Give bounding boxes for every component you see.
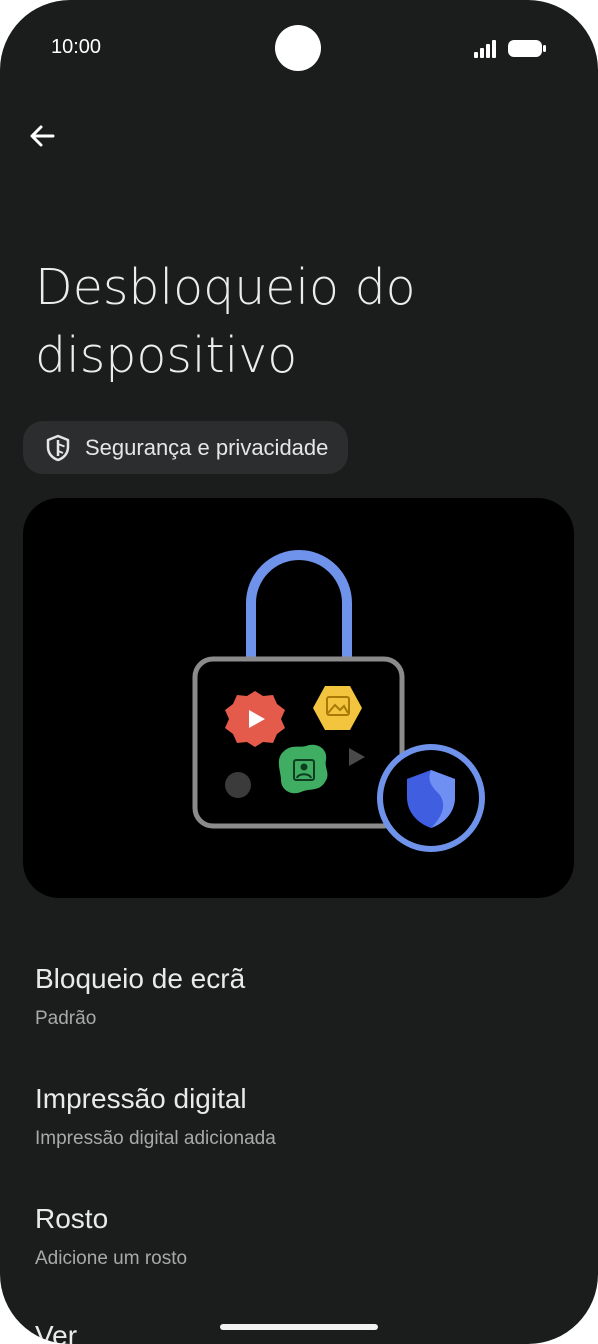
setting-title: Impressão digital	[35, 1083, 247, 1114]
setting-face[interactable]: Rosto Adicione um rosto	[35, 1201, 565, 1273]
setting-subtitle: Impressão digital adicionada	[35, 1128, 276, 1149]
battery-icon	[508, 40, 546, 57]
camera-cutout	[275, 25, 321, 71]
setting-title: Ver	[35, 1320, 78, 1344]
contacts-app-icon	[278, 744, 328, 794]
lock-body	[192, 656, 405, 829]
page-title: Desbloqueio do dispositivo	[35, 254, 555, 390]
status-icons	[474, 40, 546, 58]
breadcrumb-label: Segurança e privacidade	[85, 434, 329, 460]
setting-screen-lock[interactable]: Bloqueio de ecrã Padrão	[35, 961, 565, 1033]
shield-badge	[377, 744, 485, 852]
setting-subtitle: Padrão	[35, 1008, 97, 1029]
setting-subtitle: Adicione um rosto	[35, 1248, 188, 1269]
signal-icon	[474, 40, 496, 58]
lock-shackle	[246, 550, 352, 658]
setting-title: Bloqueio de ecrã	[35, 963, 246, 994]
setting-fingerprint[interactable]: Impressão digital Impressão digital adic…	[35, 1081, 565, 1153]
breadcrumb-chip[interactable]: Segurança e privacidade	[23, 421, 349, 474]
setting-more[interactable]: Ver	[35, 1318, 565, 1344]
page-title-line-1: Desbloqueio do	[35, 259, 416, 316]
lock-illustration	[23, 498, 574, 898]
gesture-nav-handle[interactable]	[220, 1324, 378, 1330]
phone-screen: 10:00 Desbloqueio do dispositivo Seguran…	[0, 0, 598, 1344]
status-time: 10:00	[51, 36, 102, 58]
setting-title: Rosto	[35, 1203, 109, 1234]
gray-dot-shape	[225, 772, 251, 798]
shield-icon	[46, 434, 70, 461]
back-arrow-icon[interactable]	[24, 118, 60, 154]
page-title-line-2: dispositivo	[35, 327, 298, 384]
